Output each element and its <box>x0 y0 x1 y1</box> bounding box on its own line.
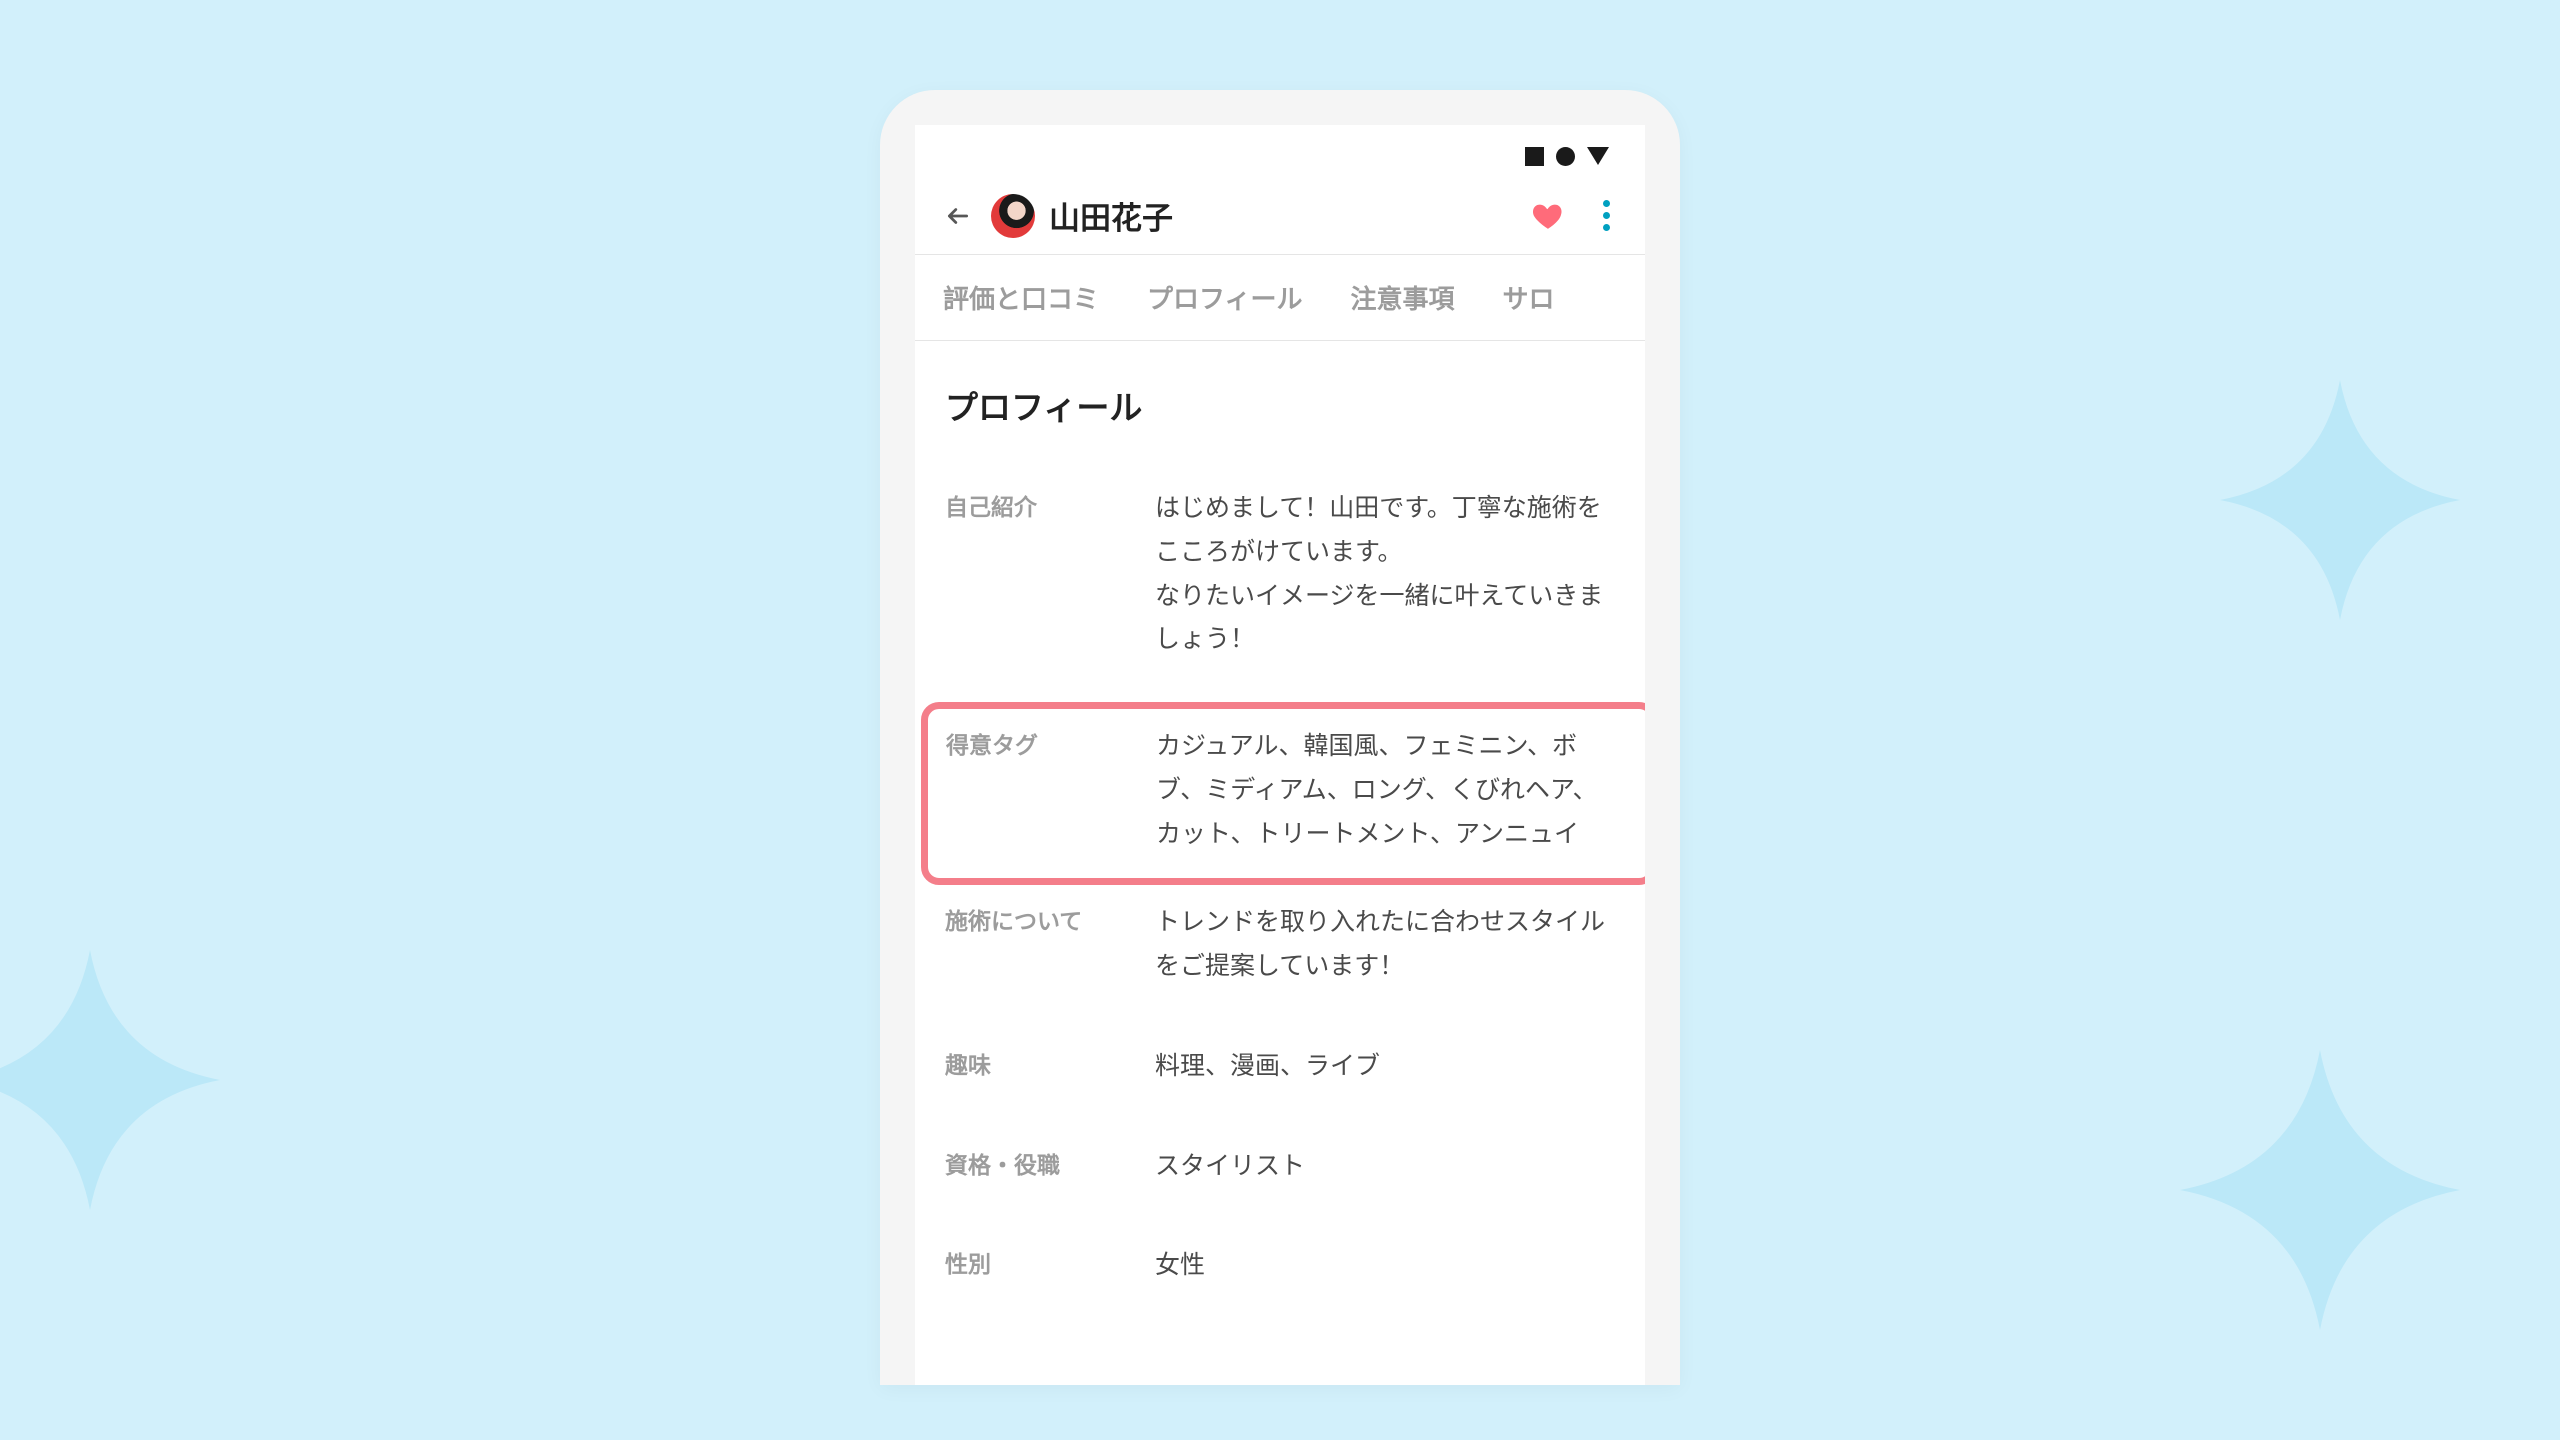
tab-profile[interactable]: プロフィール <box>1147 279 1302 316</box>
phone-frame: 山田花子 評価と口コミ プロフィール 注意事項 サロ プロフィール <box>880 90 1680 1385</box>
label-intro: 自己紹介 <box>945 487 1155 662</box>
row-gender: 性別 女性 <box>945 1228 1635 1328</box>
favorite-button[interactable] <box>1531 199 1565 233</box>
row-intro: 自己紹介 はじめまして！山田です。丁寧な施術をこころがけています。なりたいイメー… <box>945 471 1635 702</box>
stage: 山田花子 評価と口コミ プロフィール 注意事項 サロ プロフィール <box>0 0 2560 1440</box>
value-gender: 女性 <box>1155 1244 1635 1288</box>
status-square-icon <box>1525 147 1544 166</box>
value-intro: はじめまして！山田です。丁寧な施術をこころがけています。なりたいイメージを一緒に… <box>1155 487 1635 662</box>
tab-reviews[interactable]: 評価と口コミ <box>943 279 1099 316</box>
avatar[interactable] <box>991 194 1035 238</box>
label-hobby: 趣味 <box>945 1045 1155 1089</box>
row-role: 資格・役職 スタイリスト <box>945 1129 1635 1229</box>
row-treatment: 施術について トレンドを取り入れたに合わせスタイルをご提案しています！ <box>945 885 1635 1029</box>
row-hobby: 趣味 料理、漫画、ライブ <box>945 1029 1635 1129</box>
tab-notice[interactable]: 注意事項 <box>1351 279 1455 316</box>
highlight-box: 得意タグ カジュアル、韓国風、フェミニン、ボブ、ミディアム、ロング、くびれヘア、… <box>921 702 1645 885</box>
sparkle-icon <box>2220 380 2460 620</box>
value-tags: カジュアル、韓国風、フェミニン、ボブ、ミディアム、ロング、くびれヘア、カット、ト… <box>1156 725 1634 856</box>
status-circle-icon <box>1556 147 1575 166</box>
dot-icon <box>1603 224 1610 231</box>
content: プロフィール 自己紹介 はじめまして！山田です。丁寧な施術をこころがけています。… <box>915 341 1645 1328</box>
label-tags: 得意タグ <box>946 725 1156 856</box>
arrow-left-icon <box>945 203 971 229</box>
page-title: 山田花子 <box>1049 193 1517 238</box>
tabs: 評価と口コミ プロフィール 注意事項 サロ <box>915 255 1645 341</box>
label-gender: 性別 <box>945 1244 1155 1288</box>
screen: 山田花子 評価と口コミ プロフィール 注意事項 サロ プロフィール <box>915 125 1645 1385</box>
row-tags: 得意タグ カジュアル、韓国風、フェミニン、ボブ、ミディアム、ロング、くびれヘア、… <box>946 717 1634 870</box>
status-triangle-icon <box>1587 147 1609 165</box>
value-treatment: トレンドを取り入れたに合わせスタイルをご提案しています！ <box>1155 901 1635 989</box>
sparkle-icon <box>2180 1050 2460 1330</box>
label-role: 資格・役職 <box>945 1145 1155 1189</box>
sparkle-icon <box>0 950 220 1210</box>
app-bar: 山田花子 <box>915 187 1645 255</box>
value-role: スタイリスト <box>1155 1145 1635 1189</box>
heart-icon <box>1531 199 1565 233</box>
section-title: プロフィール <box>945 381 1635 429</box>
value-hobby: 料理、漫画、ライブ <box>1155 1045 1635 1089</box>
dot-icon <box>1603 200 1610 207</box>
more-button[interactable] <box>1591 199 1621 233</box>
tab-salon[interactable]: サロ <box>1503 279 1555 316</box>
label-treatment: 施術について <box>945 901 1155 989</box>
dot-icon <box>1603 212 1610 219</box>
status-bar <box>915 125 1645 187</box>
back-button[interactable] <box>939 197 977 235</box>
